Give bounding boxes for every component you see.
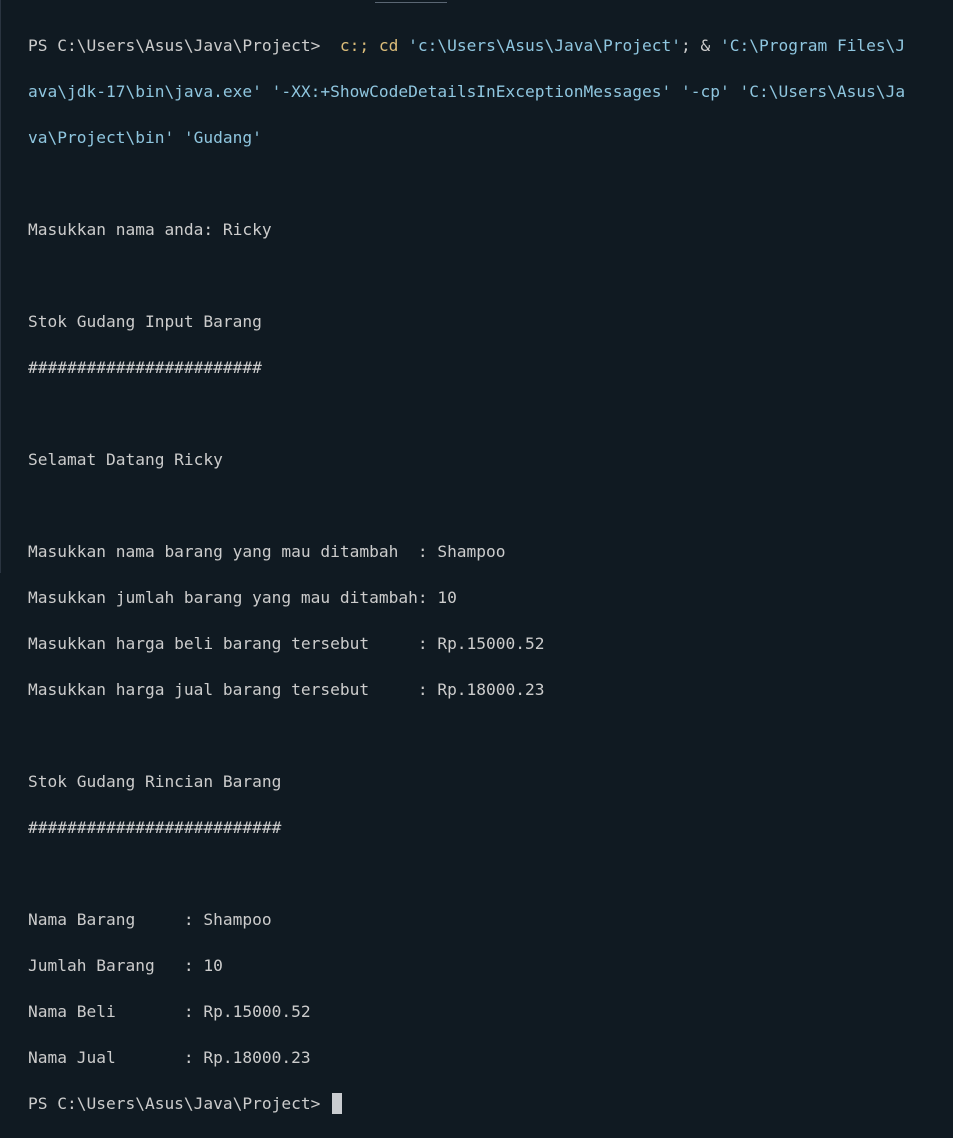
input-qty-line: Masukkan jumlah barang yang mau ditambah… (28, 588, 457, 607)
path-arg: 'c:\Users\Asus\Java\Project' (398, 36, 681, 55)
welcome-line: Selamat Datang Ricky (28, 450, 223, 469)
input-section-divider: ######################## (28, 358, 262, 377)
class-name-arg: 'Gudang' (174, 128, 262, 147)
input-buy-line: Masukkan harga beli barang tersebut : Rp… (28, 634, 545, 653)
name-prompt-line: Masukkan nama anda: Ricky (28, 220, 272, 239)
java-path-arg: 'C:\Program Files\J (710, 36, 906, 55)
java-path-arg-cont: ava\jdk-17\bin\java.exe' (28, 82, 262, 101)
detail-section-title: Stok Gudang Rincian Barang (28, 772, 282, 791)
cd-command: c:; cd (330, 36, 399, 55)
detail-name-line: Nama Barang : Shampoo (28, 910, 272, 929)
detail-section-divider: ########################## (28, 818, 282, 837)
window-border (0, 0, 1, 573)
panel-tab-indicator (375, 2, 447, 3)
classpath-arg-cont: va\Project\bin' (28, 128, 175, 147)
prompt: PS C:\Users\Asus\Java\Project> (28, 1094, 331, 1113)
input-section-title: Stok Gudang Input Barang (28, 312, 262, 331)
final-prompt-line[interactable]: PS C:\Users\Asus\Java\Project> (28, 1092, 905, 1115)
command-line-1: PS C:\Users\Asus\Java\Project> c:; cd 'c… (28, 34, 905, 57)
input-sell-line: Masukkan harga jual barang tersebut : Rp… (28, 680, 545, 699)
jvm-flag-arg: '-XX:+ShowCodeDetailsInExceptionMessages… (261, 82, 672, 101)
text-cursor (332, 1093, 343, 1114)
detail-buy-line: Nama Beli : Rp.15000.52 (28, 1002, 311, 1021)
input-name-line: Masukkan nama barang yang mau ditambah :… (28, 542, 506, 561)
command-line-3: va\Project\bin' 'Gudang' (28, 126, 905, 149)
cp-flag-arg: '-cp' (671, 82, 730, 101)
call-operator: ; & (681, 36, 711, 55)
detail-qty-line: Jumlah Barang : 10 (28, 956, 223, 975)
detail-sell-line: Nama Jual : Rp.18000.23 (28, 1048, 311, 1067)
classpath-arg: 'C:\Users\Asus\Ja (729, 82, 906, 101)
terminal-output[interactable]: PS C:\Users\Asus\Java\Project> c:; cd 'c… (28, 11, 905, 1138)
prompt: PS C:\Users\Asus\Java\Project> (28, 36, 331, 55)
command-line-2: ava\jdk-17\bin\java.exe' '-XX:+ShowCodeD… (28, 80, 905, 103)
